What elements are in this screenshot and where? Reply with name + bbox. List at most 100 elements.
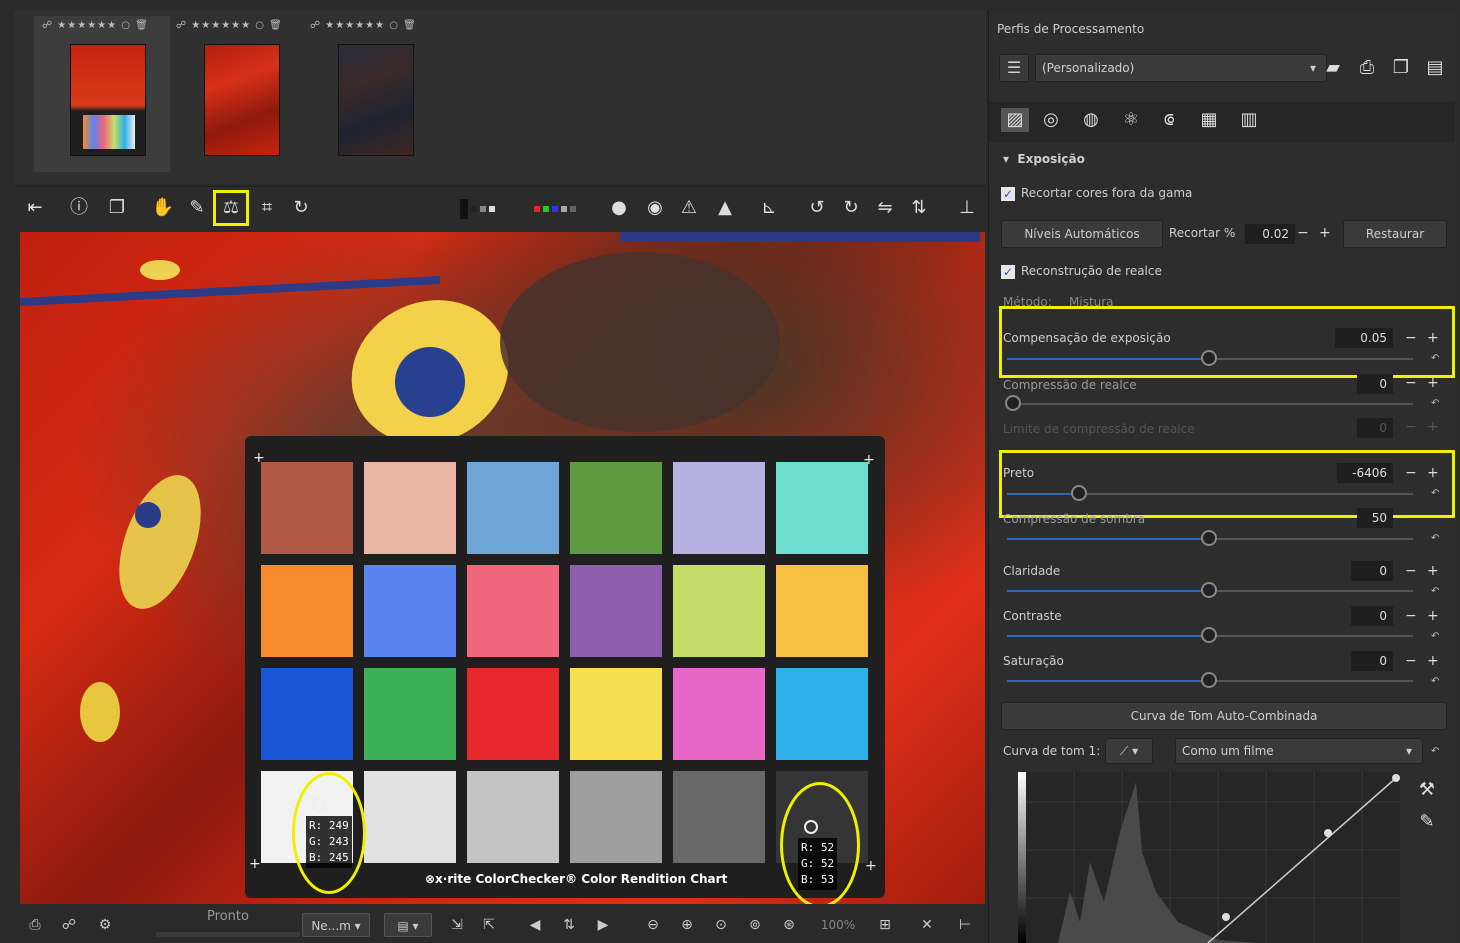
preview-icon[interactable]: ⇲ bbox=[444, 913, 470, 937]
before-after-icon[interactable]: ❐ bbox=[104, 195, 130, 221]
shadow-compression-reset-icon[interactable]: ↶ bbox=[1431, 533, 1439, 544]
curve-type-button[interactable]: ⟋ ▾ bbox=[1105, 738, 1153, 764]
exposure-tab-icon[interactable]: ▨ bbox=[1001, 108, 1029, 132]
save-icon[interactable]: ⎙ bbox=[22, 913, 48, 937]
white-balance-picker-icon[interactable]: ⚖ bbox=[213, 190, 249, 226]
contrast-increment[interactable]: + bbox=[1427, 607, 1439, 625]
hand-icon[interactable]: ✋ bbox=[150, 195, 176, 221]
right-panel-toggle-icon[interactable]: ⊥ bbox=[954, 195, 980, 221]
contrast-decrement[interactable]: − bbox=[1405, 607, 1417, 625]
flip-horizontal-icon[interactable]: ⇋ bbox=[872, 195, 898, 221]
advanced-tab-icon[interactable]: ⚛ bbox=[1117, 108, 1145, 132]
rotate-left-icon[interactable]: ↺ bbox=[804, 195, 830, 221]
tone-curve-reset-icon[interactable]: ↶ bbox=[1431, 746, 1439, 757]
detail-tab-icon[interactable]: ◎ bbox=[1037, 108, 1065, 132]
channel-swatches[interactable] bbox=[534, 203, 576, 215]
thumbnail-2[interactable]: ☍ ★★★★★★ ○ 🗑 bbox=[168, 16, 304, 172]
focus-mask-icon[interactable]: ● bbox=[606, 195, 632, 221]
panel-toggle-icon[interactable]: ⊢ bbox=[952, 913, 978, 937]
clip-percent-value[interactable]: 0.02 bbox=[1245, 224, 1295, 244]
shadow-clipping-icon[interactable]: ◉ bbox=[642, 195, 668, 221]
hl-compression-value[interactable]: 0 bbox=[1357, 374, 1393, 394]
shadow-compression-slider-knob[interactable] bbox=[1201, 530, 1217, 546]
saturation-decrement[interactable]: − bbox=[1405, 652, 1417, 670]
zoom-out-icon[interactable]: ⊖ bbox=[640, 913, 666, 937]
hl-compression-increment[interactable]: + bbox=[1427, 374, 1439, 392]
info-icon[interactable]: ⓘ bbox=[66, 195, 92, 221]
hl-reconstruction-checkbox[interactable]: ✓ Reconstrução de realce bbox=[1001, 264, 1162, 279]
color-patch bbox=[364, 565, 456, 657]
contrast-slider-knob[interactable] bbox=[1201, 627, 1217, 643]
hl-compression-slider-knob[interactable] bbox=[1005, 395, 1021, 411]
previous-image-icon[interactable]: ◀ bbox=[522, 913, 548, 937]
editor-icon[interactable]: ⚙ bbox=[92, 913, 118, 937]
color-tab-icon[interactable]: ◍ bbox=[1077, 108, 1105, 132]
thumb-meta: ☍ ★★★★★★ ○ 🗑 bbox=[176, 20, 283, 31]
queue-icon[interactable]: ☍ bbox=[56, 913, 82, 937]
lightness-increment[interactable]: + bbox=[1427, 562, 1439, 580]
clip-increment-button[interactable]: + bbox=[1319, 224, 1331, 242]
curve-edit-icon[interactable]: ✎ bbox=[1413, 810, 1441, 834]
copy-profile-icon[interactable]: ❐ bbox=[1387, 56, 1415, 80]
profile-list-icon[interactable]: ☰ bbox=[999, 54, 1029, 82]
background-color-swatches[interactable] bbox=[460, 199, 495, 219]
image-preview[interactable]: + + + + ⊗x·rite ColorChecker® Color Rend… bbox=[20, 232, 985, 904]
sidebar-toggle-icon[interactable]: ⇤ bbox=[22, 195, 48, 221]
clip-oog-checkbox[interactable]: ✓ Recortar cores fora da gama bbox=[1001, 186, 1192, 201]
contrast-reset-icon[interactable]: ↶ bbox=[1431, 631, 1439, 642]
ruler-combo[interactable]: ▤ ▾ bbox=[384, 913, 432, 937]
thumbnail-1[interactable]: ☍ ★★★★★★ ○ 🗑 bbox=[34, 16, 170, 172]
lightness-slider-knob[interactable] bbox=[1201, 582, 1217, 598]
perspective-icon[interactable]: ⊾ bbox=[756, 195, 782, 221]
exposure-section-header[interactable]: ▾ Exposição bbox=[1003, 152, 1085, 166]
paste-profile-icon[interactable]: ▤ bbox=[1421, 56, 1449, 80]
curve-picker-icon[interactable]: ⚒ bbox=[1413, 778, 1441, 802]
curve-point[interactable] bbox=[1222, 913, 1230, 921]
metadata-tab-icon[interactable]: ▥ bbox=[1235, 108, 1263, 132]
raw-tab-icon[interactable]: ▦ bbox=[1195, 108, 1223, 132]
zoom-in-icon[interactable]: ⊕ bbox=[674, 913, 700, 937]
warning-icon[interactable]: ⚠ bbox=[676, 195, 702, 221]
auto-matched-tone-curve-button[interactable]: Curva de Tom Auto-Combinada bbox=[1001, 702, 1447, 730]
save-profile-icon[interactable]: ⎙ bbox=[1353, 56, 1381, 80]
saturation-value[interactable]: 0 bbox=[1351, 651, 1393, 671]
tone-curve-mode-dropdown[interactable]: Como um filme ▾ bbox=[1175, 738, 1423, 764]
next-image-icon[interactable]: ▶ bbox=[590, 913, 616, 937]
zoom-fit-crop-icon[interactable]: ⊛ bbox=[776, 913, 802, 937]
profile-dropdown[interactable]: (Personalizado) ▾ bbox=[1035, 54, 1327, 82]
contrast-label: Contraste bbox=[1003, 609, 1062, 623]
lightness-decrement[interactable]: − bbox=[1405, 562, 1417, 580]
zoom-fit-icon[interactable]: ⊙ bbox=[708, 913, 734, 937]
rotate-icon[interactable]: ↻ bbox=[288, 195, 314, 221]
crop-icon[interactable]: ⌗ bbox=[254, 195, 280, 221]
saturation-slider-knob[interactable] bbox=[1201, 672, 1217, 688]
contrast-value[interactable]: 0 bbox=[1351, 606, 1393, 626]
open-profile-icon[interactable]: ▰ bbox=[1319, 56, 1347, 80]
reset-button[interactable]: Restaurar bbox=[1343, 220, 1447, 248]
fullscreen-icon[interactable]: ✕ bbox=[914, 913, 940, 937]
flip-vertical-icon[interactable]: ⇅ bbox=[906, 195, 932, 221]
new-window-icon[interactable]: ⊞ bbox=[872, 913, 898, 937]
clip-decrement-button[interactable]: − bbox=[1297, 224, 1309, 242]
lightness-reset-icon[interactable]: ↶ bbox=[1431, 586, 1439, 597]
preview-alt-icon[interactable]: ⇱ bbox=[476, 913, 502, 937]
thumbnail-3[interactable]: ☍ ★★★★★★ ○ 🗑 bbox=[302, 16, 438, 172]
curve-point[interactable] bbox=[1324, 829, 1332, 837]
view-combo[interactable]: Ne...m ▾ bbox=[302, 913, 370, 937]
curve-point[interactable] bbox=[1392, 774, 1400, 782]
rotate-right-icon[interactable]: ↻ bbox=[838, 195, 864, 221]
lightness-value[interactable]: 0 bbox=[1351, 561, 1393, 581]
auto-levels-button[interactable]: Níveis Automáticos bbox=[1001, 220, 1163, 248]
transform-tab-icon[interactable]: ⟃ bbox=[1155, 108, 1183, 132]
shadow-compression-value[interactable]: 50 bbox=[1357, 508, 1393, 528]
sync-icon[interactable]: ⇅ bbox=[556, 913, 582, 937]
saturation-reset-icon[interactable]: ↶ bbox=[1431, 676, 1439, 687]
highlight-warning-icon[interactable]: ▲ bbox=[712, 195, 738, 221]
saturation-increment[interactable]: + bbox=[1427, 652, 1439, 670]
color-picker-icon[interactable]: ✎ bbox=[184, 195, 210, 221]
zoom-100-icon[interactable]: ⊚ bbox=[742, 913, 768, 937]
hl-compression-slider-track[interactable] bbox=[1007, 403, 1413, 405]
tone-curve-graph[interactable] bbox=[1018, 772, 1400, 943]
hl-compression-reset-icon[interactable]: ↶ bbox=[1431, 398, 1439, 409]
hl-compression-decrement[interactable]: − bbox=[1405, 374, 1417, 392]
